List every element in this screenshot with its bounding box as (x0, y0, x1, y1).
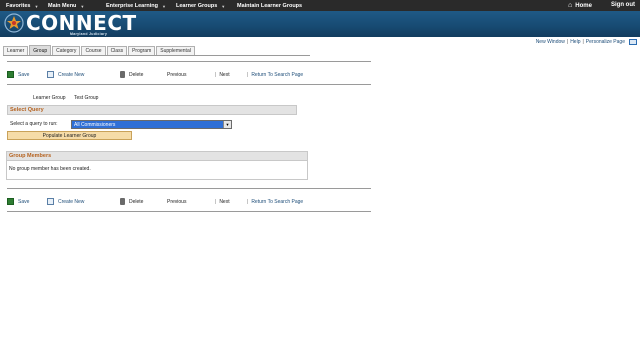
separator: | (247, 198, 249, 205)
previous-label: Previous (167, 71, 187, 78)
query-select-label: Select a query to run: (10, 121, 58, 127)
next-label: Next (219, 198, 230, 205)
save-button[interactable]: Save (7, 198, 29, 205)
new-window-link[interactable]: New Window (536, 39, 565, 45)
populate-learner-group-button[interactable]: Populate Learner Group (7, 131, 132, 140)
logo-subtitle: Maryland Judiciary (70, 32, 108, 36)
nav-maintain-learner-groups[interactable]: Maintain Learner Groups (234, 3, 302, 9)
create-new-label: Create New (58, 71, 85, 78)
tab-learner[interactable]: Learner (3, 46, 29, 55)
chevron-down-icon: ▼ (221, 3, 226, 9)
return-to-search-link[interactable]: | Return To Search Page (247, 72, 303, 78)
next-label: Next (219, 71, 230, 78)
trash-icon (120, 71, 125, 78)
create-new-label: Create New (58, 198, 85, 205)
separator: | (566, 39, 569, 45)
separator: | (582, 39, 584, 45)
divider (7, 84, 371, 85)
delete-label: Delete (129, 71, 144, 78)
create-new-icon (47, 71, 54, 78)
save-button[interactable]: Save (7, 71, 29, 78)
separator: | (247, 71, 249, 78)
trash-icon (120, 198, 125, 205)
return-to-search-label: Return To Search Page (251, 71, 304, 78)
connect-logo: CONNECT (3, 12, 137, 34)
nav-main-menu[interactable]: Main Menu ▼ (45, 3, 84, 9)
logo-star-icon (4, 13, 24, 33)
group-members-header: Group Members (7, 152, 307, 161)
nav-learner-groups[interactable]: Learner Groups ▼ (173, 3, 225, 9)
header-banner: CONNECT Maryland Judiciary (0, 11, 640, 37)
previous-button[interactable]: Previous (167, 72, 186, 78)
chevron-down-icon: ▼ (34, 3, 39, 9)
next-button[interactable]: | Next (215, 72, 230, 78)
chevron-down-icon[interactable]: ▼ (223, 121, 231, 128)
create-new-icon (47, 198, 54, 205)
save-label: Save (18, 198, 30, 205)
nav-maintain-learner-groups-label: Maintain Learner Groups (237, 3, 303, 9)
top-navigation-bar: Favorites ▼ Main Menu ▼ Enterprise Learn… (0, 0, 640, 11)
help-link[interactable]: Help (570, 39, 580, 45)
query-select-value: All Commissioners (74, 121, 116, 128)
nav-learner-groups-label: Learner Groups (176, 3, 218, 9)
home-icon: ⌂ (568, 2, 573, 9)
delete-label: Delete (129, 198, 144, 205)
nav-main-menu-label: Main Menu (48, 3, 77, 9)
next-button[interactable]: | Next (215, 199, 230, 205)
utility-links: New Window | Help | Personalize Page (536, 39, 637, 45)
tab-program[interactable]: Program (128, 46, 156, 55)
save-icon (7, 198, 14, 205)
previous-button[interactable]: Previous (167, 199, 186, 205)
return-to-search-link[interactable]: | Return To Search Page (247, 199, 303, 205)
personalize-page-link[interactable]: Personalize Page (586, 39, 625, 45)
save-icon (7, 71, 14, 78)
previous-label: Previous (167, 198, 187, 205)
tab-group[interactable]: Group (29, 45, 52, 55)
tab-underline (3, 55, 310, 56)
tab-class[interactable]: Class (106, 46, 128, 55)
divider (7, 211, 371, 212)
query-select[interactable]: All Commissioners ▼ (71, 120, 232, 129)
learner-group-value: Test Group (74, 95, 99, 101)
divider (7, 188, 371, 189)
create-new-button[interactable]: Create New (47, 71, 84, 78)
group-members-empty-message: No group member has been created. (9, 166, 91, 172)
home-label: Home (575, 2, 592, 9)
tab-course[interactable]: Course (81, 46, 106, 55)
logo-text: CONNECT (26, 11, 137, 35)
return-to-search-label: Return To Search Page (251, 198, 304, 205)
separator: | (215, 71, 217, 78)
select-query-header: Select Query (7, 105, 297, 115)
delete-button[interactable]: Delete (120, 198, 143, 205)
save-label: Save (18, 71, 30, 78)
separator: | (215, 198, 217, 205)
delete-button[interactable]: Delete (120, 71, 143, 78)
nav-enterprise-learning[interactable]: Enterprise Learning ▼ (103, 3, 166, 9)
tab-supplemental[interactable]: Supplemental (156, 46, 195, 55)
page-layout-icon[interactable] (629, 39, 637, 45)
page-tabs: Learner Group Category Course Class Prog… (3, 45, 196, 55)
learner-group-label: Learner Group (33, 95, 66, 101)
chevron-down-icon: ▼ (161, 3, 166, 9)
create-new-button[interactable]: Create New (47, 198, 84, 205)
tab-category[interactable]: Category (52, 46, 81, 55)
nav-favorites[interactable]: Favorites ▼ (3, 3, 38, 9)
sign-out-link[interactable]: Sign out (611, 2, 635, 8)
home-link[interactable]: ⌂ Home (568, 2, 592, 9)
divider (7, 61, 371, 62)
nav-favorites-label: Favorites (6, 3, 31, 9)
group-members-section: Group Members No group member has been c… (6, 151, 308, 180)
nav-enterprise-learning-label: Enterprise Learning (106, 3, 158, 9)
chevron-down-icon: ▼ (80, 3, 85, 9)
